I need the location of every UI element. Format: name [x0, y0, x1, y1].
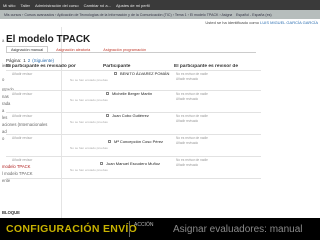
language-selector[interactable]: Español - España (es): [236, 13, 272, 17]
add-reviewer-link[interactable]: Añadir revisor: [12, 72, 32, 76]
row-checkbox[interactable]: [106, 114, 109, 117]
participant-name[interactable]: Juan Manuel Escudero Muñoz: [106, 161, 160, 166]
banner-divider: [129, 221, 130, 237]
allocation-tabs: Asignación manual Asignación aleatoria A…: [6, 46, 256, 53]
allocation-table: El participante es revisado por Particip…: [6, 64, 261, 218]
reviewer-of-note: No es revisor de nadie: [176, 72, 208, 76]
sidebar-line[interactable]: o: [2, 136, 4, 141]
participant-name[interactable]: BENITO ÁLVAREZ POMÁN: [120, 71, 169, 76]
page-2[interactable]: 2: [28, 58, 31, 63]
admin-item-workshop[interactable]: Taller: [20, 3, 30, 8]
page-title: El modelo TPACK: [6, 34, 91, 45]
add-revisee-link[interactable]: Añadir revisado: [176, 163, 198, 167]
tab-manual[interactable]: Asignación manual: [6, 46, 49, 52]
header-reviewed-by: El participante es revisado por: [6, 64, 76, 69]
row-checkbox[interactable]: [106, 92, 109, 95]
reviewer-of-note: No es revisor de nadie: [176, 114, 208, 118]
row-separator: [6, 156, 261, 157]
add-reviewer-link[interactable]: Añadir revisor: [12, 92, 32, 96]
pagination: Página: 1 2 (Siguiente): [6, 58, 54, 63]
login-info: Usted se ha identificado como LUIS MIGUE…: [200, 20, 318, 27]
reviewer-of-note: No es revisor de nadie: [176, 136, 208, 140]
sidebar-line[interactable]: a: [2, 38, 4, 43]
admin-item-course-admin[interactable]: Administración del curso: [35, 3, 79, 8]
banner-action-label: ACCIÓN: [134, 222, 154, 228]
submission-note: No se han enviado pruebas: [70, 146, 108, 150]
reviewer-of-note: No es revisor de nadie: [176, 158, 208, 162]
pagination-label: Página:: [6, 58, 22, 63]
add-reviewer-link[interactable]: Añadir revisor: [12, 158, 32, 162]
admin-item-switch-role[interactable]: Cambiar rol a...: [84, 3, 111, 8]
page-next[interactable]: (Siguiente): [32, 58, 54, 63]
tab-scheduled[interactable]: Asignación programación: [98, 46, 151, 52]
tab-random[interactable]: Asignación aleatoria: [51, 46, 95, 52]
page-1[interactable]: 1: [23, 58, 26, 63]
sidebar-line[interactable]: a: [2, 108, 4, 113]
caption-banner: CONFIGURACIÓN ENVÍO ACCIÓN Asignar evalu…: [0, 218, 320, 240]
header-reviewer-of: El participante es revisor de: [174, 64, 238, 69]
participant-name[interactable]: Juan Cobo Gutiérrez: [112, 113, 149, 118]
row-separator: [6, 178, 261, 179]
admin-bar: Mi sitio Taller Administración del curso…: [0, 0, 320, 10]
admin-item-my-site[interactable]: Mi sitio: [3, 3, 15, 8]
add-reviewer-link[interactable]: Añadir revisor: [12, 136, 32, 140]
add-revisee-link[interactable]: Añadir revisado: [176, 141, 198, 145]
sidebar-line[interactable]: o: [2, 77, 4, 82]
submission-note: No se han enviado pruebas: [70, 78, 108, 82]
breadcrumb-path[interactable]: Mis cursos › Cursos avanzados › Aplicaci…: [4, 13, 232, 17]
participant-name[interactable]: Michelle Berger Martín: [112, 91, 152, 96]
row-separator: [6, 134, 261, 135]
submission-note: No se han enviado pruebas: [70, 98, 108, 102]
login-user[interactable]: LUIS MIGUEL GARCÍA GARCÍA: [260, 20, 318, 25]
admin-item-profile-settings[interactable]: Ajustes de mi perfil: [116, 3, 150, 8]
row-checkbox[interactable]: [114, 72, 117, 75]
header-participant: Participante: [103, 64, 131, 69]
add-revisee-link[interactable]: Añadir revisado: [176, 77, 198, 81]
banner-section-title: CONFIGURACIÓN ENVÍO: [6, 223, 138, 235]
add-reviewer-link[interactable]: Añadir revisor: [12, 114, 32, 118]
login-prefix: Usted se ha identificado como: [205, 20, 259, 25]
add-revisee-link[interactable]: Añadir revisado: [176, 119, 198, 123]
add-revisee-link[interactable]: Añadir revisado: [176, 97, 198, 101]
breadcrumb: Mis cursos › Cursos avanzados › Aplicaci…: [0, 10, 320, 19]
row-checkbox[interactable]: [108, 140, 111, 143]
reviewer-of-note: No es revisor de nadie: [176, 92, 208, 96]
participant-name[interactable]: Mª Concepción Coso Pérez: [114, 139, 163, 144]
banner-action-description: Asignar evaluadores: manual: [173, 224, 303, 235]
submission-note: No se han enviado pruebas: [70, 120, 108, 124]
row-checkbox[interactable]: [100, 162, 103, 165]
submission-note: No se han enviado pruebas: [70, 168, 108, 172]
